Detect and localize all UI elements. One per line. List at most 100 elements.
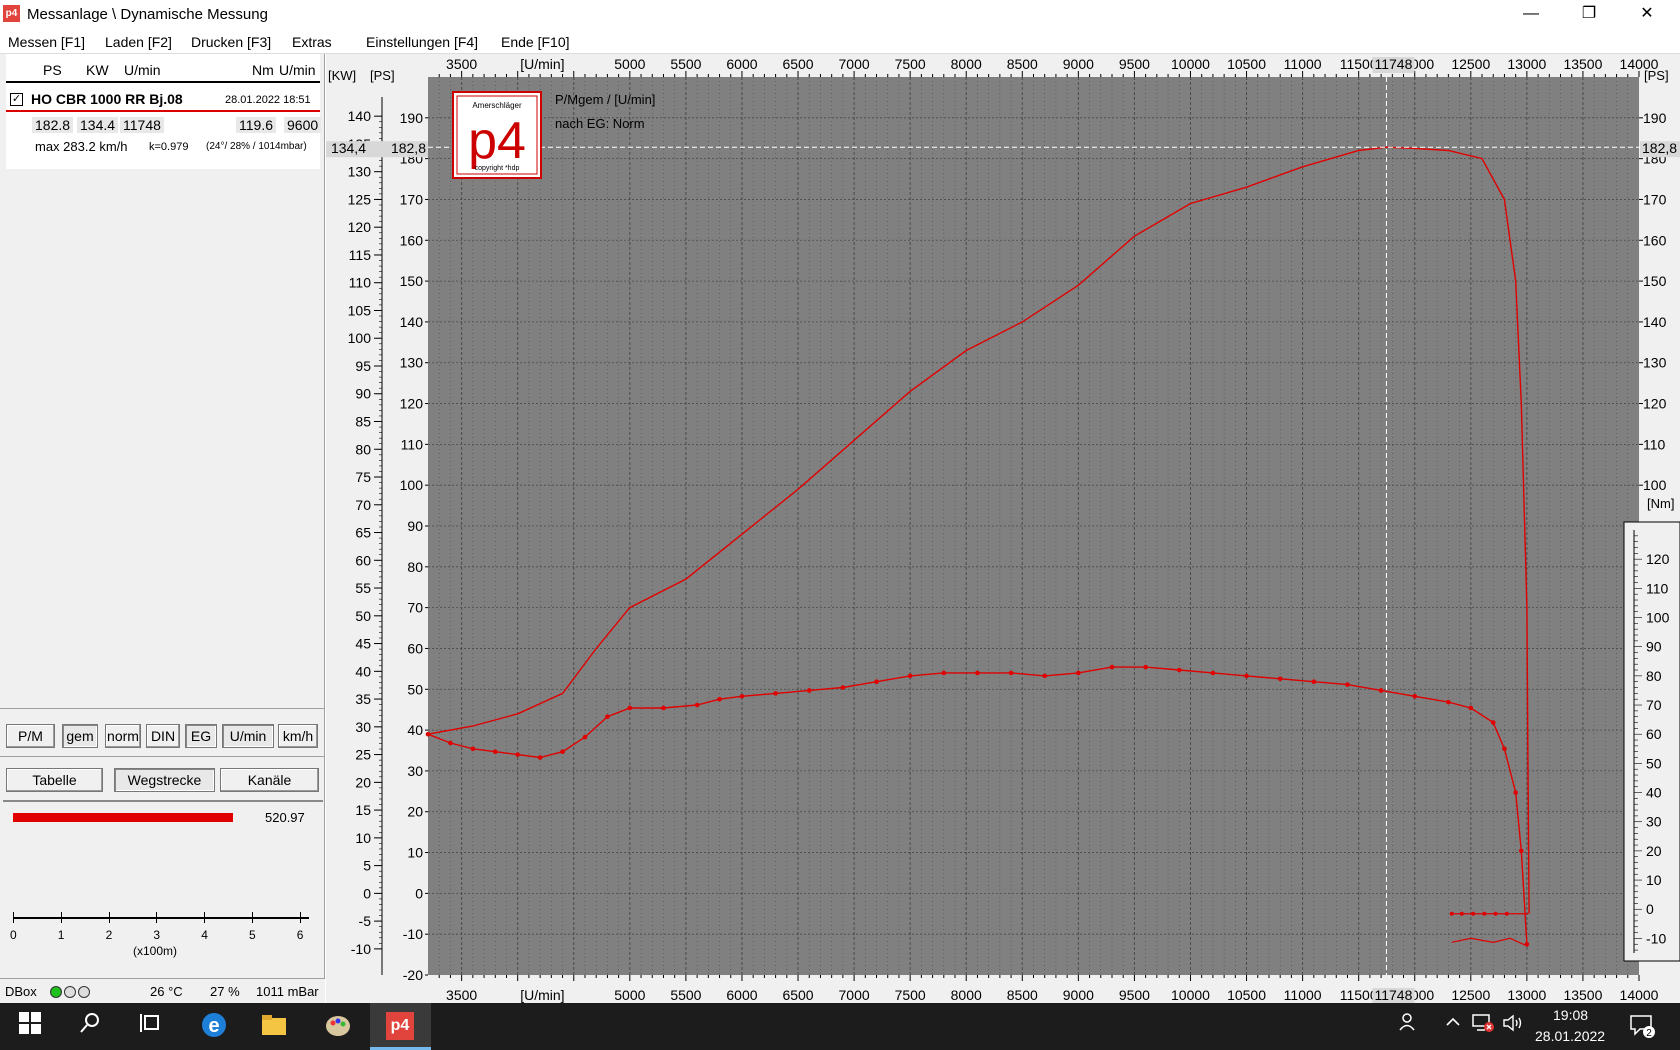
x-tick-label-bottom: 7500 xyxy=(895,987,926,1003)
clock-date[interactable]: 28.01.2022 xyxy=(1535,1028,1605,1044)
torque-point xyxy=(492,749,498,755)
dyno-chart-area[interactable]: 3500 3500 5000 5000 5500 5500 6000 6000 6500 6500… xyxy=(318,54,1680,1004)
ps-tick-label: 110 xyxy=(401,436,424,452)
cursor-kw-readout: 134,4 xyxy=(331,140,366,156)
pm-button[interactable]: P/M xyxy=(6,724,55,748)
kanaele-button[interactable]: Kanäle xyxy=(220,768,319,792)
x-tick-label-top: 5500 xyxy=(670,56,701,72)
status-temp: 26 °C xyxy=(150,984,183,999)
nm-tick-label: 40 xyxy=(1646,785,1662,801)
header-kw: KW xyxy=(86,62,109,78)
kw-tick-label: 15 xyxy=(355,802,371,818)
ps-right-tick-label: 110 xyxy=(1643,436,1666,452)
power-tail-point xyxy=(1493,911,1498,916)
menu-einstellungen[interactable]: Einstellungen [F4] xyxy=(366,34,478,50)
logo-top-text: Amerschläger xyxy=(472,101,522,110)
kw-tick-label: 80 xyxy=(355,441,371,457)
run-checkbox[interactable]: ✓ xyxy=(10,93,23,106)
kw-tick-label: 140 xyxy=(348,108,372,124)
kw-tick-label: 115 xyxy=(349,247,372,263)
notifications-icon[interactable]: 2 xyxy=(1626,1011,1658,1043)
clock-time[interactable]: 19:08 xyxy=(1553,1007,1588,1023)
tabelle-button[interactable]: Tabelle xyxy=(6,768,103,792)
task-view-icon[interactable] xyxy=(134,1011,166,1043)
kw-tick-label: 55 xyxy=(355,580,371,596)
search-icon[interactable] xyxy=(74,1011,106,1043)
x-unit-label-bottom: [U/min] xyxy=(520,987,564,1003)
umin-button[interactable]: U/min xyxy=(222,724,274,748)
x-tick-label-bottom: 9000 xyxy=(1063,987,1094,1003)
kw-tick-label: 25 xyxy=(355,747,371,763)
people-icon[interactable] xyxy=(1394,1011,1426,1043)
cursor-rpm-bottom: 11748 xyxy=(1374,987,1412,1003)
edge-browser-icon[interactable]: e xyxy=(198,1011,230,1043)
logo-bottom-text: copyright *hdp xyxy=(475,165,520,172)
status-led-green-icon xyxy=(50,986,62,998)
menu-drucken[interactable]: Drucken [F3] xyxy=(191,34,271,50)
paint-icon[interactable] xyxy=(322,1011,354,1043)
kw-tick-label: 100 xyxy=(348,330,372,346)
x-tick-label-bottom: 13000 xyxy=(1507,987,1546,1003)
kw-tick-label: 0 xyxy=(363,885,371,901)
torque-point xyxy=(1518,848,1524,854)
logo-main-text: p4 xyxy=(468,112,526,170)
close-button[interactable]: ✕ xyxy=(1618,0,1676,30)
nm-tick-label: 10 xyxy=(1646,872,1662,888)
kw-tick-label: 85 xyxy=(355,414,371,430)
distance-panel: 520.97 0 1 2 3 4 5 6 (x100m) xyxy=(3,800,323,1000)
kw-tick-label: 50 xyxy=(355,608,371,624)
chart-subtitle: nach EG: Norm xyxy=(555,116,645,131)
kw-tick-label: 10 xyxy=(355,830,371,846)
file-explorer-icon[interactable] xyxy=(258,1011,290,1043)
wegstrecke-button[interactable]: Wegstrecke xyxy=(114,768,215,792)
eg-button[interactable]: EG xyxy=(185,724,217,748)
norm-button[interactable]: norm xyxy=(105,724,141,748)
x-tick-label-top: 6000 xyxy=(726,56,757,72)
torque-point xyxy=(694,702,700,708)
torque-point xyxy=(425,731,431,737)
left-panel: PS KW U/min Nm U/min ✓ HO CBR 1000 RR Bj… xyxy=(0,54,325,1003)
menu-ende[interactable]: Ende [F10] xyxy=(501,34,570,50)
p4-taskbar-button[interactable]: p4 xyxy=(370,1003,431,1050)
maximize-button[interactable]: ❐ xyxy=(1560,0,1618,30)
network-disconnected-icon[interactable] xyxy=(1467,1011,1499,1043)
ps-right-tick-label: 170 xyxy=(1643,191,1667,207)
x-tick-label-bottom: 8500 xyxy=(1007,987,1038,1003)
torque-point xyxy=(1412,693,1418,699)
run-date: 28.01.2022 18:51 xyxy=(225,94,311,106)
ps-tick-label: 10 xyxy=(407,845,423,861)
ps-right-tick-label: 130 xyxy=(1643,355,1667,371)
chevron-up-icon[interactable] xyxy=(1437,1011,1469,1043)
menu-laden[interactable]: Laden [F2] xyxy=(105,34,172,50)
panel-divider xyxy=(0,708,325,709)
nm-tick-label: 70 xyxy=(1646,697,1662,713)
x-tick-label-top: 7500 xyxy=(895,56,926,72)
run-color-line xyxy=(6,110,320,112)
gem-button[interactable]: gem xyxy=(62,724,98,748)
distance-axis-tick xyxy=(13,912,14,923)
x-tick-label-bottom: 10500 xyxy=(1227,987,1266,1003)
torque-point xyxy=(840,685,846,690)
x-tick-label-top: 13500 xyxy=(1563,56,1602,72)
menu-extras[interactable]: Extras xyxy=(292,34,332,50)
power-tail-point xyxy=(1449,911,1454,916)
dyno-chart[interactable]: 3500350050005000550055006000600065006500… xyxy=(318,54,1680,1004)
minimize-button[interactable]: — xyxy=(1502,0,1560,30)
volume-icon[interactable] xyxy=(1497,1011,1529,1043)
run-vmax: max 283.2 km/h xyxy=(35,139,128,154)
ps-tick-label: -10 xyxy=(403,926,423,942)
nm-tick-label: 120 xyxy=(1646,551,1670,567)
kmh-button[interactable]: km/h xyxy=(278,724,318,748)
power-tail-point xyxy=(1471,911,1476,916)
menu-messen[interactable]: Messen [F1] xyxy=(8,34,85,50)
power-tail-point xyxy=(1459,911,1464,916)
x-tick-label-bottom: 5000 xyxy=(614,987,645,1003)
ps-tick-label: 20 xyxy=(407,804,423,820)
din-button[interactable]: DIN xyxy=(146,724,180,748)
windows-start-icon[interactable] xyxy=(14,1011,46,1043)
power-tail-point xyxy=(1504,911,1509,916)
unit-ps-right-label: [PS] xyxy=(1644,68,1669,83)
distance-axis-tick-label: 1 xyxy=(57,928,65,942)
torque-point xyxy=(1042,673,1048,679)
x-tick-label-top: 9500 xyxy=(1119,56,1150,72)
